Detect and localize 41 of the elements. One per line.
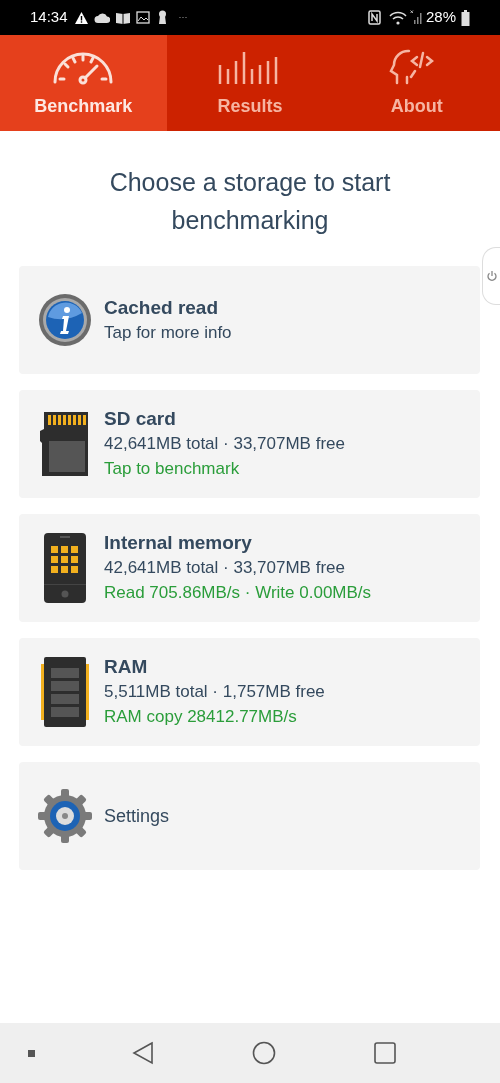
card-detail: 42,641MB total · 33,707MB free (104, 433, 345, 455)
page-heading: Choose a storage to start benchmarking (108, 167, 392, 236)
battery-icon (461, 9, 470, 26)
nav-tab[interactable]: Benchmark (0, 35, 167, 131)
sd-card-icon (40, 411, 90, 477)
gear-icon (38, 789, 92, 843)
card-title: Settings (104, 804, 170, 828)
side-handle[interactable] (482, 247, 500, 305)
card-title: Cached read (104, 295, 220, 320)
card-detail: 5,511MB total · 1,757MB free (104, 681, 325, 703)
nfc-icon (367, 10, 381, 25)
card-title: SD card (104, 407, 177, 431)
benchmark-result: Tap to benchmark (104, 458, 241, 480)
info-icon (38, 293, 92, 347)
image-icon (135, 11, 150, 24)
storage-card[interactable]: RAM 5,511MB total · 1,757MB free RAM copy 28412.77MB/s (19, 638, 480, 746)
storage-card[interactable]: Settings (19, 762, 480, 870)
signal-icon (409, 10, 424, 25)
cloud-icon (93, 11, 110, 24)
battery-percent: 28% (425, 7, 456, 28)
storage-card[interactable]: Cached read Tap for more info (19, 266, 480, 374)
keyhole-icon (157, 10, 167, 25)
book-icon (114, 11, 131, 24)
card-title: RAM (104, 655, 149, 679)
status-time: 14:34 (30, 7, 68, 28)
power-icon (485, 270, 498, 282)
benchmark-result: Read 705.86MB/s · Write 0.00MB/s (104, 582, 372, 604)
warning-icon (73, 10, 89, 25)
storage-card[interactable]: SD card 42,641MB total · 33,707MB free Tap to benchmark (19, 390, 480, 498)
phone-icon (43, 532, 87, 604)
storage-card[interactable]: Internal memory 42,641MB total · 33,707MB free Read 705.86MB/s · Write 0.00MB/s (19, 514, 480, 622)
card-detail: 42,641MB total · 33,707MB free (104, 557, 346, 579)
card-detail: Tap for more info (104, 321, 232, 344)
more-notifications: ··· (178, 10, 188, 24)
recents-icon[interactable] (373, 1041, 397, 1065)
card-title: Internal memory (104, 531, 253, 555)
wifi-icon (388, 10, 407, 25)
benchmark-result: RAM copy 28412.77MB/s (104, 706, 298, 728)
home-icon[interactable] (251, 1041, 276, 1065)
back-icon[interactable] (132, 1041, 155, 1065)
memory-chip-icon (41, 656, 89, 728)
